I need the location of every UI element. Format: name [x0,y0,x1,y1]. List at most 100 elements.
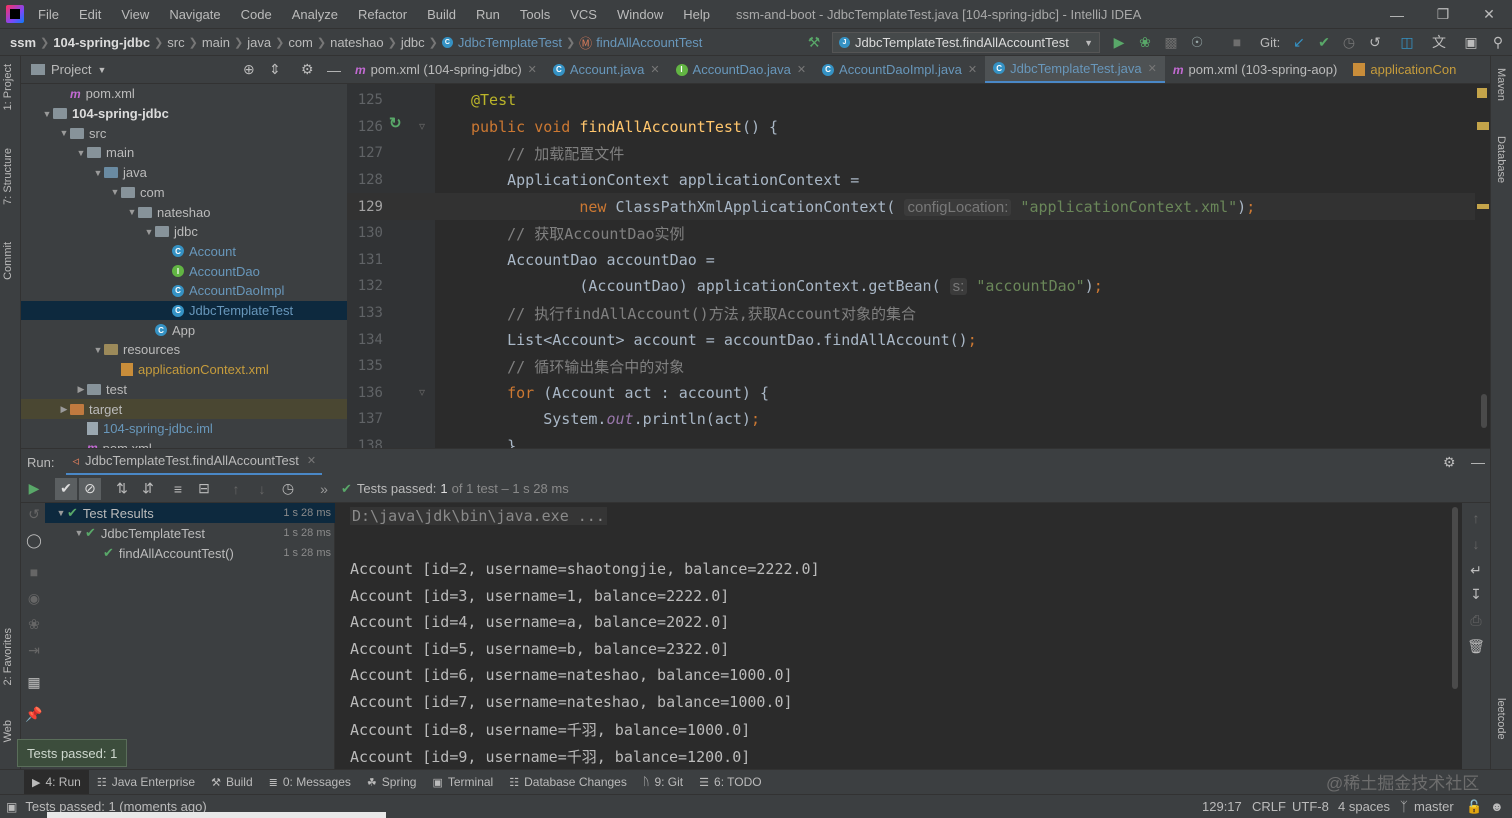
tree-item[interactable]: ▼ 104-spring-jdbc [21,104,347,124]
rerun-icon[interactable]: ▶ [23,478,45,500]
next-failed-icon[interactable]: ↓ [251,478,273,500]
breadcrumb-item[interactable]: jdbc [397,35,429,50]
tab-leetcode[interactable]: leetcode [1495,698,1507,740]
lock-icon[interactable]: 🔓 [1466,799,1482,815]
tree-item[interactable]: ▼ jdbc [21,222,347,242]
tree-item[interactable]: ▼ main [21,143,347,163]
menu-run[interactable]: Run [470,7,506,22]
line-separator[interactable]: CRLF [1252,799,1286,814]
breadcrumb-item[interactable]: ssm [6,35,40,50]
code-line[interactable]: 129 new ClassPathXmlApplicationContext( … [347,193,1477,220]
expanded-arrow-icon[interactable]: ▼ [41,109,53,119]
expanded-arrow-icon[interactable]: ▼ [92,168,104,178]
menu-file[interactable]: File [32,7,65,22]
hide-icon[interactable]: — [327,62,341,78]
git-commit-icon[interactable]: ✔ [1313,31,1335,53]
warning-marker-icon[interactable] [1477,88,1487,98]
collapsed-arrow-icon[interactable]: ▶ [75,384,87,395]
print-icon[interactable]: ⎙ [1465,609,1487,631]
bug-icon[interactable]: ❀ [23,613,45,635]
editor-tab[interactable]: C AccountDaoImpl.java ✕ [814,56,985,83]
breadcrumb-item[interactable]: ⓂfindAllAccountTest [575,33,706,52]
collapse-all-icon[interactable]: ⇕ [269,61,281,78]
scroll-thumb[interactable] [1452,507,1458,689]
chevron-down-icon[interactable]: ▼ [97,65,106,75]
bottom-tab[interactable]: ☘ Spring [359,770,425,795]
scroll-thumb[interactable] [1481,394,1487,428]
code-line[interactable]: 131 AccountDao accountDao = [347,247,1477,274]
bottom-tab[interactable]: ᚢ 9: Git [635,770,691,795]
close-tab-icon[interactable]: ✕ [650,63,659,76]
tree-item[interactable]: C Account [21,242,347,262]
bottom-tab[interactable]: ⚒ Build [203,770,261,795]
code-line[interactable]: 138 } [347,433,1477,448]
down-arrow-icon[interactable]: ↓ [1465,533,1487,555]
tab-database[interactable]: Database [1495,136,1507,183]
menu-build[interactable]: Build [421,7,462,22]
gear-icon[interactable]: ⚙ [1443,454,1456,471]
run-config-select[interactable]: J JdbcTemplateTest.findAllAccountTest ▼ [832,32,1100,53]
expanded-arrow-icon[interactable]: ▼ [73,528,85,538]
run-icon[interactable]: ▶ [1108,31,1130,53]
close-tab-icon[interactable]: ✕ [528,63,537,76]
menu-window[interactable]: Window [611,7,669,22]
prev-failed-icon[interactable]: ↑ [225,478,247,500]
breadcrumb-item[interactable]: com [284,35,317,50]
code-line[interactable]: 135 // 循环输出集合中的对象 [347,353,1477,380]
inspector-icon[interactable]: ☻ [1490,799,1504,814]
expanded-arrow-icon[interactable]: ▼ [126,207,138,217]
menu-code[interactable]: Code [235,7,278,22]
bottom-tab[interactable]: ☰ 6: TODO [691,770,769,795]
tab-commit[interactable]: Commit [2,242,14,280]
test-result-item[interactable]: ✔ findAllAccountTest() 1 s 28 ms [45,543,335,563]
tree-item[interactable]: ▼ java [21,163,347,183]
tree-item[interactable]: ▶ target [21,399,347,419]
indent-setting[interactable]: 4 spaces [1338,799,1390,814]
collapsed-arrow-icon[interactable]: ▶ [58,404,70,415]
caret-position[interactable]: 129:17 [1202,799,1242,814]
editor-tab[interactable]: C JdbcTemplateTest.java ✕ [985,56,1165,83]
tab-structure[interactable]: 7: Structure [2,148,14,205]
menu-view[interactable]: View [115,7,155,22]
code-line[interactable]: 136 for (Account act : account) { [347,380,1477,407]
console-scrollbar[interactable] [1450,503,1460,769]
pin-icon[interactable]: 📌 [23,703,45,725]
bottom-tab[interactable]: ☷ Java Enterprise [89,770,203,795]
project-panel-title[interactable]: Project [51,62,91,77]
expanded-arrow-icon[interactable]: ▼ [75,148,87,158]
scroll-to-end-icon[interactable]: ↧ [1465,583,1487,605]
tab-project[interactable]: 1: Project [2,64,14,110]
editor-tab[interactable]: C Account.java ✕ [545,56,668,83]
tree-item[interactable]: ▶ test [21,380,347,400]
code-line[interactable]: 127 // 加载配置文件 [347,140,1477,167]
debug-icon[interactable]: ❀ [1134,31,1156,53]
tree-item[interactable]: C AccountDaoImpl [21,281,347,301]
bottom-tab[interactable]: ▣ Terminal [424,770,501,795]
breadcrumb-item[interactable]: nateshao [326,35,388,50]
profile-icon[interactable]: ☉ [1186,31,1208,53]
rerun-failed-icon[interactable]: ↺ [23,503,45,525]
code-line[interactable]: 137 System.out.println(act); [347,406,1477,433]
git-branch[interactable]: master [1414,799,1454,814]
file-encoding[interactable]: UTF-8 [1292,799,1329,814]
stop-icon[interactable]: ■ [1226,31,1248,53]
editor-tab[interactable]: applicationCon [1345,56,1464,83]
expanded-arrow-icon[interactable]: ▼ [58,128,70,138]
error-stripe-marker[interactable] [1477,122,1489,130]
git-rollback-icon[interactable]: ↺ [1364,31,1386,53]
editor-tab[interactable]: I AccountDao.java ✕ [668,56,815,83]
tree-item[interactable]: ▼ src [21,123,347,143]
run-tab[interactable]: ◃ JdbcTemplateTest.findAllAccountTest ✕ [66,449,323,476]
menu-refactor[interactable]: Refactor [352,7,413,22]
locate-icon[interactable]: ⊕ [243,61,255,78]
layout-icon[interactable]: ▦ [23,671,45,693]
tree-item[interactable]: applicationContext.xml [21,360,347,380]
history-icon[interactable]: ◷ [277,478,299,500]
breadcrumb-item[interactable]: src [163,35,188,50]
tree-item[interactable]: I AccountDao [21,261,347,281]
search-icon[interactable]: ⚲ [1487,31,1509,53]
tree-item[interactable]: C JdbcTemplateTest [21,300,347,321]
code-line[interactable]: 128 ApplicationContext applicationContex… [347,167,1477,194]
hide-icon[interactable]: — [1471,454,1485,470]
status-icon[interactable]: ▣ [6,800,17,814]
